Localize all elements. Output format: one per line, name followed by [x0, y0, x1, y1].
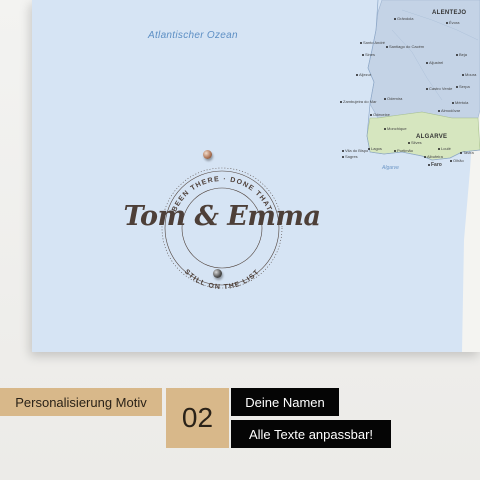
city-label: Olhão — [450, 158, 464, 163]
city-label: Odemira — [384, 96, 402, 101]
city-label: Santo André — [360, 40, 385, 45]
city-label: Almodôvar — [438, 108, 460, 113]
svg-text:STILL ON THE LIST: STILL ON THE LIST — [183, 268, 261, 291]
city-label: Vila do Bispo — [342, 148, 368, 153]
city-label: Lagos — [368, 146, 382, 151]
motiv-number-badge: 02 — [166, 388, 229, 448]
city-label: Sagres — [342, 154, 358, 159]
map-pin — [213, 269, 222, 278]
city-label: Grândola — [394, 16, 413, 21]
ocean-label: Atlantischer Ozean — [148, 30, 238, 41]
city-label: Mértola — [452, 100, 468, 105]
names-badge: Deine Namen — [231, 388, 339, 416]
city-label: Santiago do Cacém — [386, 44, 424, 49]
city-label: Sines — [362, 52, 375, 57]
sea-label: Algarve — [382, 165, 399, 171]
city-label: Moura — [462, 72, 476, 77]
city-label: Portimão — [394, 148, 413, 153]
city-label: Loulé — [438, 146, 451, 151]
couple-names: Tom & Emma — [123, 201, 321, 232]
motiv-label-badge: Personalisierung Motiv — [0, 388, 162, 416]
map-pin — [203, 150, 212, 159]
city-label-faro: Faro — [428, 162, 442, 168]
city-label: Évora — [446, 20, 459, 25]
city-label: Aljustrel — [426, 60, 443, 65]
city-label: Beja — [456, 52, 467, 57]
emblem-arc-bottom-text: STILL ON THE LIST — [183, 268, 260, 291]
city-label: Aljezur — [356, 72, 371, 77]
city-label: Odeceixe — [370, 112, 390, 117]
texts-badge: Alle Texte anpassbar! — [231, 420, 391, 448]
city-label: Monchique — [384, 126, 407, 131]
city-label: Silves — [408, 140, 422, 145]
region-label-alentejo: ALENTEJO — [432, 10, 467, 16]
city-label: Castro Verde — [426, 86, 452, 91]
names-emblem: BEEN THERE · DONE THAT STILL ON THE LIST… — [122, 145, 322, 305]
city-label: Tavira — [460, 150, 474, 155]
map-canvas-print: Atlantischer Ozean Algarve ALENTEJO ALGA… — [32, 0, 480, 352]
city-label: Zambujeira do Mar — [340, 99, 377, 104]
city-label: Serpa — [456, 84, 470, 89]
city-label: Albufeira — [424, 154, 443, 159]
